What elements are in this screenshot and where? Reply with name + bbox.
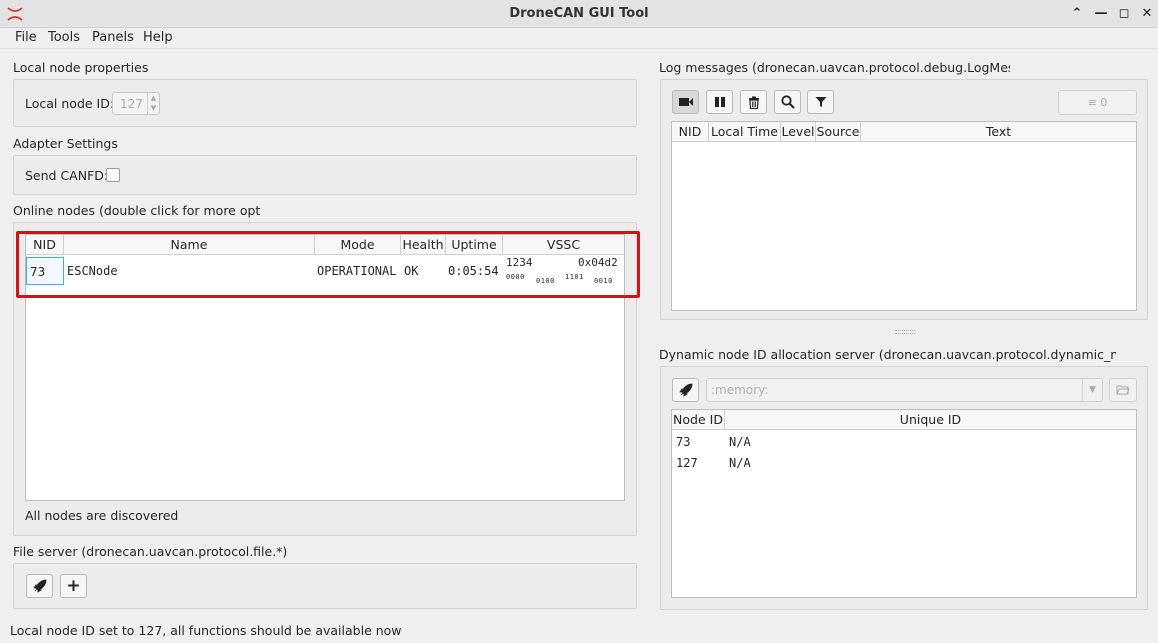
file-server-start-button[interactable] xyxy=(26,574,53,598)
list-icon: ≡ xyxy=(1087,96,1097,109)
table-row[interactable]: 73 N/A xyxy=(672,431,1136,452)
log-column-local-time[interactable]: Local Time xyxy=(709,122,781,142)
pause-icon xyxy=(714,97,725,107)
folder-open-icon xyxy=(1116,385,1130,395)
alloc-column-node-id[interactable]: Node ID xyxy=(672,410,725,430)
allocator-heading: Dynamic node ID allocation server (drone… xyxy=(659,347,1116,362)
log-table[interactable]: NID Local Time Level Source Text xyxy=(671,121,1137,311)
log-column-nid[interactable]: NID xyxy=(672,122,709,142)
search-icon xyxy=(780,95,795,109)
chevron-down-icon[interactable]: ▼ xyxy=(1082,379,1102,401)
restore-button[interactable]: ◻ xyxy=(1115,5,1133,23)
menu-help[interactable]: Help xyxy=(143,30,173,45)
local-node-id-spinbox[interactable]: 127 ▲ ▼ xyxy=(112,92,160,115)
spin-arrows-icon[interactable]: ▲ ▼ xyxy=(147,93,159,114)
local-node-id-label: Local node ID: xyxy=(25,96,115,111)
rocket-icon xyxy=(678,383,692,397)
log-heading: Log messages (dronecan.uavcan.protocol.d… xyxy=(659,60,1010,75)
discovery-status: All nodes are discovered xyxy=(25,508,179,523)
window-title: DroneCAN GUI Tool xyxy=(509,6,649,21)
storage-placeholder: :memory: xyxy=(711,383,769,397)
title-bar: DroneCAN GUI Tool ⌃ — ◻ ✕ xyxy=(0,0,1158,28)
log-column-level[interactable]: Level xyxy=(781,122,816,142)
menu-panels[interactable]: Panels xyxy=(92,30,134,45)
menu-file[interactable]: File xyxy=(15,30,37,45)
filter-icon xyxy=(815,97,826,107)
alloc-column-unique-id[interactable]: Unique ID xyxy=(725,410,1136,430)
log-search-button[interactable] xyxy=(774,90,801,114)
file-server-add-button[interactable]: + xyxy=(60,574,87,598)
file-server-group: + xyxy=(13,563,637,609)
trash-icon xyxy=(748,96,759,109)
log-column-source[interactable]: Source xyxy=(816,122,861,142)
minimize-button[interactable]: — xyxy=(1092,5,1110,23)
send-canfd-label: Send CANFD: xyxy=(25,168,109,183)
log-pause-button[interactable] xyxy=(706,90,733,114)
allocator-start-button[interactable] xyxy=(672,378,699,402)
local-node-id-value: 127 xyxy=(120,97,143,111)
file-server-heading: File server (dronecan.uavcan.protocol.fi… xyxy=(13,544,288,559)
alloc-unique-id: N/A xyxy=(729,435,751,449)
alloc-node-id: 73 xyxy=(676,435,691,449)
allocation-table[interactable]: Node ID Unique ID 73 N/A 127 N/A xyxy=(671,409,1137,598)
storage-combo[interactable]: :memory: ▼ xyxy=(706,378,1103,402)
highlight-box xyxy=(16,231,640,298)
video-camera-icon xyxy=(678,98,693,106)
splitter-handle[interactable] xyxy=(895,330,915,334)
local-node-group: Local node ID: 127 ▲ ▼ xyxy=(13,79,637,127)
log-filter-button[interactable] xyxy=(807,90,834,114)
adapter-group: Send CANFD: xyxy=(13,155,637,195)
plus-icon: + xyxy=(66,575,81,596)
log-record-button[interactable] xyxy=(672,90,699,114)
log-clear-button[interactable] xyxy=(740,90,767,114)
log-column-text[interactable]: Text xyxy=(861,122,1136,142)
maximize-arrow-icon[interactable]: ⌃ xyxy=(1068,5,1086,23)
alloc-node-id: 127 xyxy=(676,456,698,470)
menu-tools[interactable]: Tools xyxy=(48,30,80,45)
log-count-button[interactable]: ≡ 0 xyxy=(1058,90,1137,115)
online-nodes-heading: Online nodes (double click for more opti… xyxy=(13,203,261,218)
close-button[interactable]: ✕ xyxy=(1138,5,1156,23)
status-bar-text: Local node ID set to 127, all functions … xyxy=(10,623,402,638)
menu-bar: File Tools Panels Help xyxy=(0,28,1158,49)
alloc-unique-id: N/A xyxy=(729,456,751,470)
send-canfd-checkbox[interactable] xyxy=(106,168,120,182)
storage-open-button[interactable] xyxy=(1109,378,1137,402)
rocket-icon xyxy=(32,579,46,593)
table-row[interactable]: 127 N/A xyxy=(672,452,1136,473)
adapter-heading: Adapter Settings xyxy=(13,136,118,151)
log-count: 0 xyxy=(1100,96,1108,109)
local-node-heading: Local node properties xyxy=(13,60,149,75)
